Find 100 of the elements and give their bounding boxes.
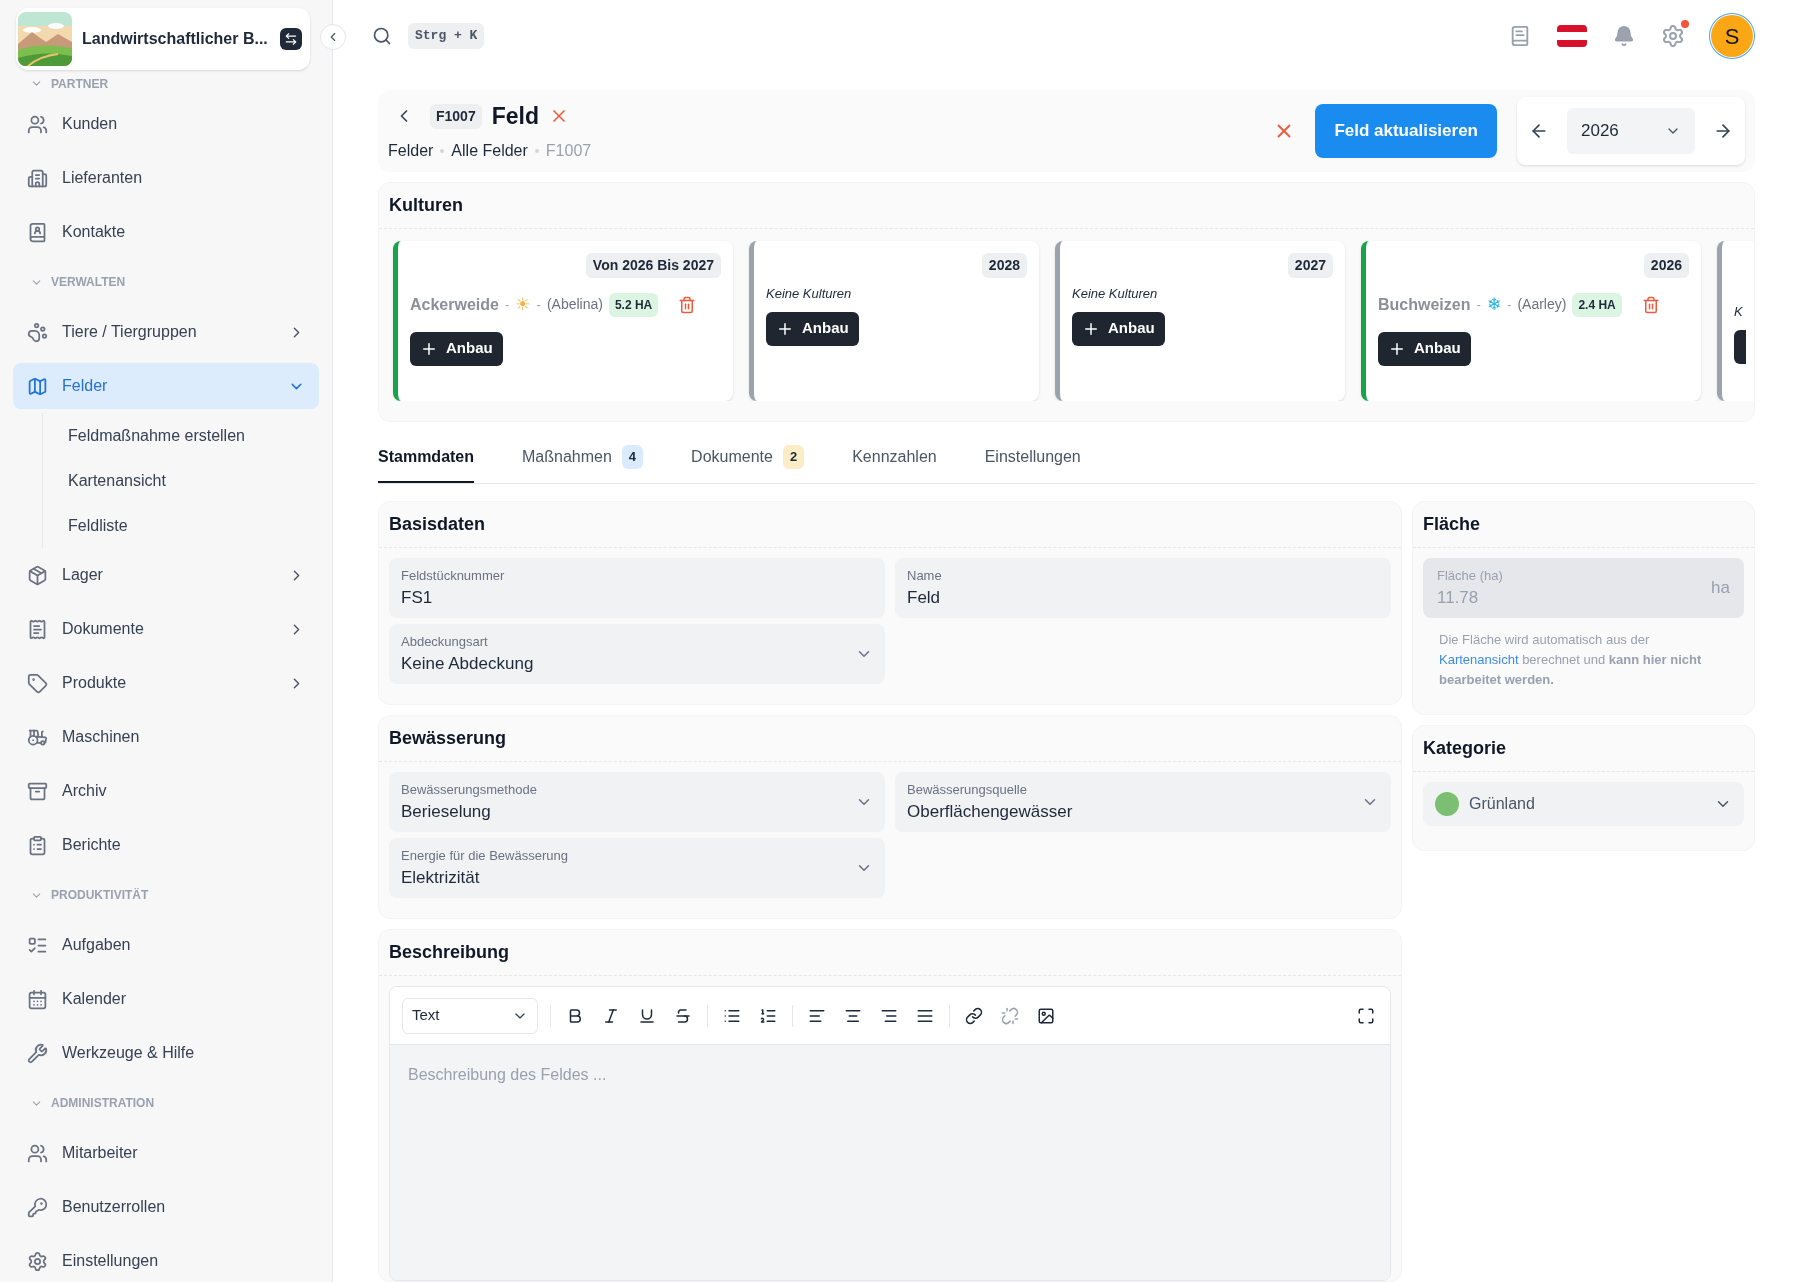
tab[interactable]: Einstellungen <box>984 433 1081 483</box>
sub-nav-item[interactable]: Feldliste <box>68 513 128 538</box>
nav-item[interactable]: Produkte <box>13 660 319 706</box>
code-badge: F1007 <box>430 103 482 129</box>
unit-label: ha <box>1711 577 1730 600</box>
nav-label: Einstellungen <box>62 1251 159 1271</box>
nav-item[interactable]: Lager <box>13 552 319 598</box>
description-field[interactable]: Beschreibung des Feldes ... <box>390 1045 1390 1280</box>
category-select[interactable]: Grünland <box>1423 782 1744 826</box>
nav-item[interactable]: Archiv <box>13 768 319 814</box>
nav-item[interactable]: Berichte <box>13 822 319 868</box>
tab[interactable]: Kennzahlen <box>852 433 937 483</box>
crop-name: Ackerweide <box>410 294 499 315</box>
input-field[interactable]: Feldstücknummer FS1 <box>389 558 885 618</box>
trash-icon[interactable] <box>1641 295 1660 314</box>
nav-item[interactable]: Dokumente <box>13 606 319 652</box>
flag-icon[interactable] <box>1557 25 1587 47</box>
input-field[interactable]: Name Feld <box>895 558 1391 618</box>
period-badge: 2026 <box>1643 253 1689 278</box>
section-title: Beschreibung <box>389 941 510 964</box>
tab[interactable]: Dokumente 2 <box>691 433 805 483</box>
field-value: 11.78 <box>1437 587 1480 609</box>
add-planting-button[interactable]: Anbau <box>766 311 859 346</box>
people-icon <box>27 1142 48 1164</box>
nav-label: Tiere / Tiergruppen <box>62 322 197 342</box>
archive-icon <box>27 780 48 802</box>
building-icon <box>27 167 48 189</box>
contact-book-icon <box>27 221 48 243</box>
nav-item[interactable]: Kontakte <box>13 209 319 255</box>
tab[interactable]: Maßnahmen 4 <box>522 433 644 483</box>
user-avatar[interactable]: S <box>1711 15 1753 57</box>
add-planting-button[interactable]: Anbau <box>1378 331 1471 366</box>
field-value: Feld <box>907 587 942 609</box>
dash: - <box>1476 296 1481 314</box>
settings-icon <box>27 1250 48 1272</box>
button-edge[interactable] <box>1734 329 1746 364</box>
nav-label: Lager <box>62 565 103 585</box>
season-symbol: ❄ <box>1486 293 1502 316</box>
section-heading: ADMINISTRATION <box>51 1095 155 1112</box>
sub-nav-item[interactable]: Kartenansicht <box>68 468 166 493</box>
select-field[interactable]: Bewässerungsquelle Oberflächengewässer <box>895 772 1391 832</box>
year-select[interactable]: 2026 <box>1567 108 1695 154</box>
section-title: Fläche <box>1423 513 1481 536</box>
empty-note: Keine Kulturen <box>1072 285 1159 303</box>
section-heading: PARTNER <box>51 75 109 93</box>
nav-item[interactable]: Kunden <box>13 101 319 147</box>
nav-item[interactable]: Maschinen <box>13 714 319 760</box>
paw-icon <box>27 321 48 343</box>
field-value: FS1 <box>401 587 434 609</box>
nav-item[interactable]: Mitarbeiter <box>13 1130 319 1176</box>
variety-name: (Aarley) <box>1517 295 1567 315</box>
settings-icon[interactable] <box>1661 24 1685 48</box>
nav-item[interactable]: Aufgaben <box>13 922 319 968</box>
nav-label: Werkzeuge & Hilfe <box>62 1043 195 1063</box>
select-field[interactable]: Energie für die Bewässerung Elektrizität <box>389 838 885 898</box>
bell-icon[interactable] <box>1613 25 1635 47</box>
tab[interactable]: Stammdaten <box>378 433 475 483</box>
nav-item[interactable]: Tiere / Tiergruppen <box>13 309 319 355</box>
field-label: Abdeckungsart <box>401 632 489 651</box>
empty-note: K <box>1734 303 1744 321</box>
search-icon[interactable] <box>372 26 392 46</box>
add-planting-button[interactable]: Anbau <box>1072 311 1165 346</box>
breadcrumb-link[interactable]: Alle Felder <box>451 139 528 164</box>
nav-item[interactable]: Werkzeuge & Hilfe <box>13 1030 319 1076</box>
nav-item[interactable]: Felder <box>13 363 319 409</box>
nav-label: Archiv <box>62 781 107 801</box>
category-value: Grünland <box>1469 794 1536 814</box>
breadcrumb-link[interactable]: Felder <box>388 139 434 164</box>
company-header[interactable]: Landwirtschaftlicher B... <box>16 8 310 70</box>
dash: - <box>1507 296 1512 314</box>
trash-icon[interactable] <box>678 295 697 314</box>
people-icon <box>27 113 48 135</box>
add-planting-button[interactable]: Anbau <box>410 331 503 366</box>
format-select[interactable]: Text <box>402 997 538 1034</box>
book-icon[interactable] <box>1509 25 1531 47</box>
nav-item[interactable]: Einstellungen <box>13 1238 319 1282</box>
shortcut-hint: Strg + K <box>408 23 485 49</box>
crop-name: Buchweizen <box>1378 294 1471 315</box>
field-label: Fläche (ha) <box>1437 566 1504 585</box>
nav-item[interactable]: Benutzerrollen <box>13 1184 319 1230</box>
nav-label: Kontakte <box>62 222 126 242</box>
variety-name: (Abelina) <box>546 295 603 315</box>
sub-nav-item[interactable]: Feldmaßnahme erstellen <box>68 423 245 448</box>
select-field[interactable]: Abdeckungsart Keine Abdeckung <box>389 624 885 684</box>
season-symbol: ☀ <box>515 293 531 316</box>
nav-item[interactable]: Lieferanten <box>13 155 319 201</box>
section-title: Bewässerung <box>389 727 507 750</box>
field-value: Berieselung <box>401 801 492 823</box>
area-badge: 2.4 HA <box>1572 292 1622 317</box>
section-title: Kulturen <box>389 194 463 217</box>
switch-icon[interactable] <box>280 28 302 50</box>
dash: - <box>504 296 510 314</box>
field-value: Elektrizität <box>401 867 481 889</box>
company-name: Landwirtschaftlicher B... <box>82 29 268 49</box>
period-badge: 2027 <box>1287 253 1333 278</box>
wrench-icon <box>27 1042 48 1064</box>
select-field[interactable]: Bewässerungsmethode Berieselung <box>389 772 885 832</box>
nav-item[interactable]: Kalender <box>13 976 319 1022</box>
nav-label: Maschinen <box>62 727 140 747</box>
tag-icon <box>27 672 48 694</box>
